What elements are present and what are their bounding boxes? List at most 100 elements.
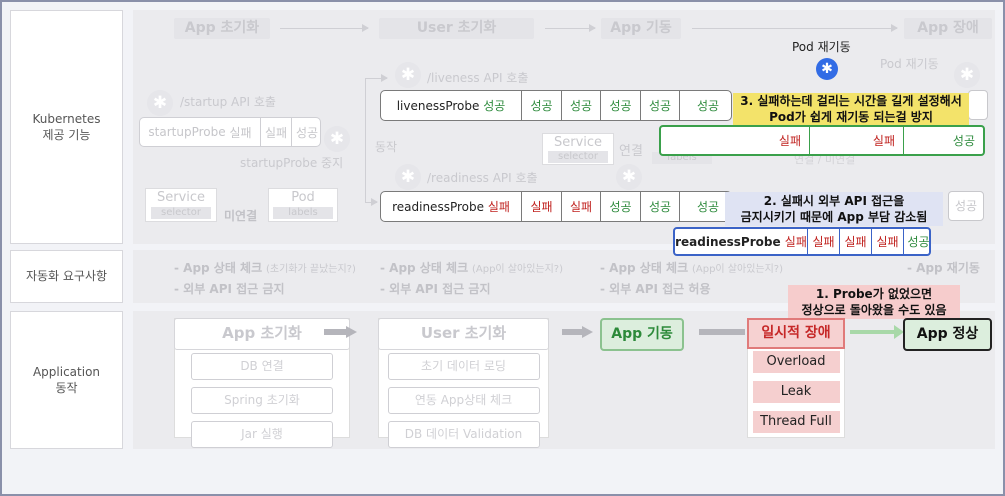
user-init-item: 초기 데이터 로딩 bbox=[387, 353, 540, 380]
user-init-item: DB 데이터 Validation bbox=[387, 421, 540, 448]
readiness-fail-cell: 실패 bbox=[807, 229, 839, 254]
startup-probe-name: startupProbe 실패 bbox=[148, 125, 252, 140]
connector-line bbox=[365, 78, 366, 203]
connector-arrow bbox=[365, 74, 388, 82]
liveness-fail-cell: 실패 bbox=[809, 127, 903, 154]
diagram-frame: Kubernetes 제공 기능 자동화 요구사항 Application 동작… bbox=[0, 0, 1005, 496]
phase-app-start: App 기동 bbox=[601, 18, 681, 39]
kubernetes-icon: ✱ bbox=[954, 62, 980, 88]
action-label: 동작 bbox=[375, 140, 398, 154]
readiness-probe-cell: 성공 bbox=[600, 192, 640, 221]
startup-probe: startupProbe 실패 실패 성공 bbox=[139, 117, 321, 147]
requirement-2: - App 상태 체크 (App이 살아있는지?) bbox=[380, 261, 564, 275]
readiness-fail-cell: 성공 bbox=[903, 229, 929, 254]
app-init-item: DB 연결 bbox=[191, 353, 333, 380]
readiness-probe: readinessProbe 실패 실패 실패 성공 성공 성공 bbox=[380, 191, 732, 222]
requirement-4: - App 재기동 bbox=[907, 261, 980, 275]
readiness-fail-cell: 실패 bbox=[871, 229, 903, 254]
startup-stop-label: startupProbe 중지 bbox=[240, 156, 344, 170]
user-init-item: 연동 App상태 체크 bbox=[387, 387, 540, 414]
phase-arrow-3 bbox=[692, 24, 898, 32]
pod-restart-ghost-label: Pod 재기동 bbox=[880, 57, 939, 71]
phase-app-failure: App 장애 bbox=[904, 18, 992, 39]
requirement-3: - App 상태 체크 (App이 살아있는지?) bbox=[600, 261, 784, 275]
service-left: Service selector bbox=[145, 188, 217, 222]
liveness-probe-tail bbox=[968, 90, 988, 120]
note-3: 3. 실패하는데 걸리는 시간을 길게 설정해서 Pod가 쉽게 재기동 되는걸… bbox=[733, 93, 969, 125]
kubernetes-icon: ✱ bbox=[324, 126, 350, 152]
service-left-sub: selector bbox=[151, 207, 211, 219]
pod-restart-label: Pod 재기동 bbox=[792, 40, 851, 54]
failure-item: Leak bbox=[752, 381, 840, 403]
user-init-panel: User 초기화 초기 데이터 로딩 연동 App상태 체크 DB 데이터 Va… bbox=[378, 318, 549, 448]
readiness-probe-cell: 실패 bbox=[521, 192, 561, 221]
recover-arrow bbox=[850, 330, 894, 334]
readiness-call-label: /readiness API 호출 bbox=[427, 171, 538, 185]
pod-left-sub: labels bbox=[273, 207, 333, 219]
flow-arrow-1 bbox=[324, 329, 346, 335]
readiness-probe-tail: 성공 bbox=[948, 191, 984, 221]
row-label-kubernetes: Kubernetes 제공 기능 bbox=[10, 10, 123, 244]
liveness-probe-cell: 성공 bbox=[679, 91, 731, 120]
liveness-fail-row: 실패 실패 성공 bbox=[659, 125, 985, 156]
user-init-title: User 초기화 bbox=[378, 318, 549, 350]
liveness-probe: livenessProbe 성공 성공 성공 성공 성공 성공 bbox=[380, 90, 732, 121]
phase-app-init: App 초기화 bbox=[174, 18, 270, 39]
row-label-requirements: 자동화 요구사항 bbox=[10, 250, 123, 303]
note-1: 1. Probe가 없었으면 정상으로 돌아왔을 수도 있음 bbox=[788, 285, 960, 319]
pod-left-name: Pod bbox=[291, 190, 315, 205]
app-start-box: App 기동 bbox=[600, 318, 684, 351]
readiness-probe-name: readinessProbe 실패 bbox=[392, 199, 510, 215]
liveness-fail-cell: 실패 bbox=[778, 134, 801, 148]
kubernetes-icon: ✱ bbox=[395, 62, 421, 88]
requirement-2-line2: - 외부 API 접근 금지 bbox=[380, 282, 491, 296]
kubernetes-icon: ✱ bbox=[147, 90, 173, 116]
readiness-fail-row: readinessProbe 실패 실패 실패 실패 성공 bbox=[673, 227, 931, 256]
app-init-item: Spring 초기화 bbox=[191, 387, 333, 414]
liveness-probe-cell: 성공 bbox=[521, 91, 561, 120]
requirement-1: - App 상태 체크 (초기화가 끝났는지?) bbox=[174, 261, 356, 275]
note-2: 2. 실패시 외부 API 접근을 금지시키기 때문에 App 부담 감소됨 bbox=[725, 192, 943, 226]
readiness-probe-cell: 성공 bbox=[640, 192, 679, 221]
phase-arrow-2 bbox=[545, 24, 596, 32]
failure-panel: 일시적 장애 Overload Leak Thread Full bbox=[747, 318, 845, 438]
liveness-call-label: /liveness API 호출 bbox=[427, 71, 529, 85]
app-init-item: Jar 실행 bbox=[191, 421, 333, 448]
startup-probe-cell: 성공 bbox=[291, 118, 320, 146]
liveness-probe-cell: 성공 bbox=[640, 91, 679, 120]
flow-arrow-2 bbox=[562, 329, 582, 335]
liveness-probe-cell: 성공 bbox=[561, 91, 600, 120]
app-normal-box: App 정상 bbox=[903, 318, 992, 351]
service-mid: Service selector bbox=[542, 133, 614, 165]
failure-item: Overload bbox=[752, 351, 840, 373]
liveness-probe-name: livenessProbe 성공 bbox=[396, 98, 506, 114]
service-mid-name: Service bbox=[553, 135, 603, 150]
connector-arrow bbox=[365, 198, 378, 206]
phase-arrow-1 bbox=[280, 24, 369, 32]
kubernetes-icon: ✱ bbox=[816, 58, 838, 80]
failure-title: 일시적 장애 bbox=[747, 318, 845, 349]
kubernetes-icon: ✱ bbox=[395, 164, 421, 190]
phase-user-init: User 초기화 bbox=[379, 18, 534, 39]
readiness-fail-cell: 실패 bbox=[839, 229, 871, 254]
startup-probe-cell: 실패 bbox=[260, 118, 291, 146]
readiness-probe-cell: 실패 bbox=[561, 192, 600, 221]
connected-label: 연결 bbox=[619, 144, 643, 159]
requirement-1-line2: - 외부 API 접근 금지 bbox=[174, 282, 285, 296]
failure-item: Thread Full bbox=[752, 411, 840, 433]
liveness-fail-cell: 성공 bbox=[903, 127, 983, 154]
service-left-name: Service bbox=[156, 190, 206, 205]
disconnected-label: 미연결 bbox=[224, 209, 258, 223]
service-mid-sub: selector bbox=[548, 151, 608, 163]
requirement-3-line2: - 외부 API 접근 허용 bbox=[600, 282, 711, 296]
app-init-panel: App 초기화 DB 연결 Spring 초기화 Jar 실행 bbox=[174, 318, 350, 448]
flow-arrow-2-head bbox=[582, 326, 593, 338]
flow-arrow-1-head bbox=[346, 326, 357, 338]
flow-arrow-3 bbox=[699, 329, 745, 335]
startup-call-label: /startup API 호출 bbox=[180, 95, 276, 109]
liveness-probe-cell: 성공 bbox=[600, 91, 640, 120]
kubernetes-icon: ✱ bbox=[616, 164, 642, 190]
readiness-fail-name: readinessProbe 실패 bbox=[675, 234, 807, 250]
row-label-application: Application 동작 bbox=[10, 311, 123, 449]
pod-left: Pod labels bbox=[268, 188, 338, 222]
